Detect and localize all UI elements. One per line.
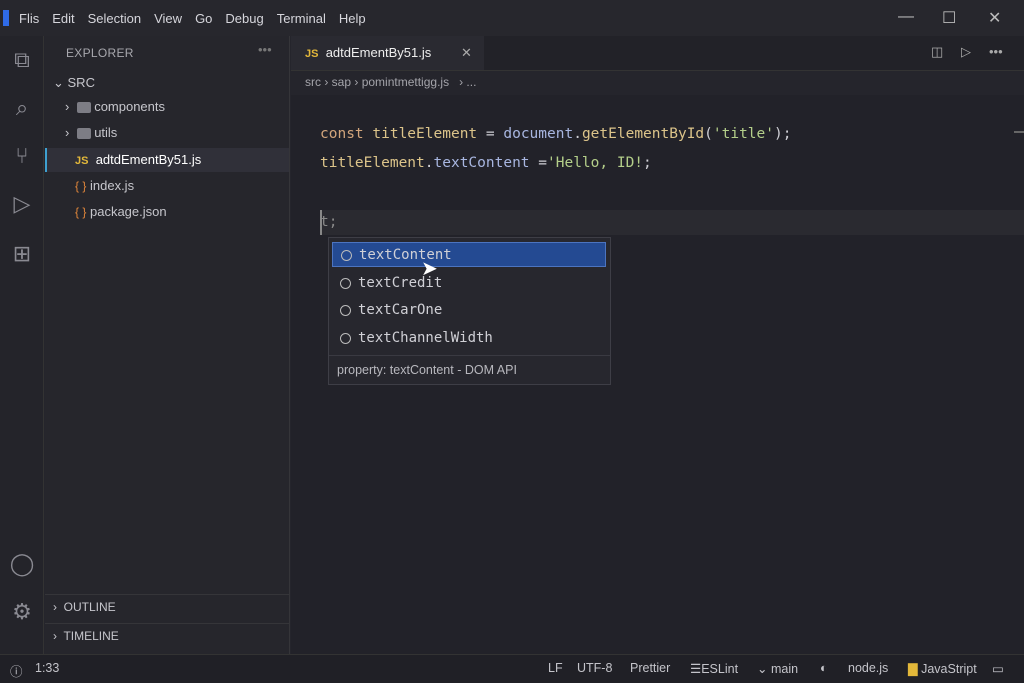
breadcrumb-sap[interactable]: sap <box>332 75 351 89</box>
braces-icon: { } <box>75 179 86 193</box>
feedback-icon[interactable]: ▭ <box>992 661 1004 676</box>
linter[interactable]: ☰ESLint <box>690 661 738 676</box>
explorer-title: EXPLORER <box>66 46 134 60</box>
mouse-cursor-icon: ➤ <box>421 256 438 281</box>
folder-icon <box>77 128 91 139</box>
file-index-js[interactable]: { } index.js <box>45 174 289 198</box>
branch-icon: ⌄ <box>757 662 771 676</box>
breadcrumb-more[interactable]: ... <box>466 75 476 89</box>
suggestion-detail: property: textContent - DOM API <box>329 355 610 384</box>
chevron-right-icon: › <box>65 125 77 140</box>
menu-selection[interactable]: Selection <box>88 11 141 26</box>
menu-debug[interactable]: Debug <box>225 11 263 26</box>
menu-help[interactable]: Help <box>339 11 366 26</box>
eol[interactable]: LF <box>548 661 563 675</box>
split-editor-icon[interactable]: ◫ <box>931 44 943 60</box>
activity-bar: ⧉ ⌕ ⑂ ▷ ⊞ ◯ ⚙ <box>0 36 44 654</box>
settings-gear-icon[interactable]: ⚙ <box>8 598 36 626</box>
suggestion-item[interactable]: textCarOne <box>332 298 606 323</box>
breadcrumb-src[interactable]: src <box>305 75 321 89</box>
help-icon[interactable]: ⓘ <box>10 661 23 680</box>
menu-bar: Flis Edit Selection View Go Debug Termin… <box>0 0 1024 36</box>
property-icon <box>341 250 352 261</box>
menu-go[interactable]: Go <box>195 11 212 26</box>
run-icon[interactable]: ▷ <box>961 44 971 60</box>
tab-active-file[interactable]: JS adtdEmentBy51.js✕ <box>291 36 484 70</box>
menu-file[interactable]: Flis <box>19 11 39 26</box>
timeline-section[interactable]: › TIMELINE <box>45 623 289 647</box>
chevron-right-icon: › <box>65 99 77 114</box>
branch[interactable]: ⌄ main <box>757 661 798 676</box>
suggestion-item[interactable]: textCredit <box>332 271 606 296</box>
search-icon[interactable]: ⌕ <box>8 94 36 122</box>
cursor-position[interactable]: 1:33 <box>35 661 59 675</box>
property-icon <box>340 333 351 344</box>
status-bar: ⓘ 1:33 LF UTF-8 Prettier ☰ESLint ⌄ main … <box>0 654 1024 683</box>
current-line <box>320 210 1024 235</box>
property-icon <box>340 305 351 316</box>
editor-tabs: JS adtdEmentBy51.js✕ ◫ ▷ ••• <box>291 36 1024 70</box>
close-tab-icon[interactable]: ✕ <box>461 36 472 70</box>
language[interactable]: ▇ JavaStript <box>908 661 977 676</box>
chevron-right-icon: › <box>53 629 63 643</box>
braces-icon: { } <box>75 205 86 219</box>
suggestion-item[interactable]: textChannelWidth <box>332 326 606 351</box>
formatter[interactable]: Prettier <box>630 661 670 675</box>
list-icon: ☰ <box>690 662 701 676</box>
run-debug-icon[interactable]: ▷ <box>8 190 36 218</box>
folder-src[interactable]: ⌄ SRC <box>45 71 289 95</box>
folder-components[interactable]: › components <box>45 95 289 119</box>
js-language-icon: ▇ <box>908 662 918 676</box>
minimap-marker <box>1014 131 1024 133</box>
autocomplete-popup: textContent textCredit textCarOne textCh… <box>328 237 611 385</box>
suggestion-item[interactable]: textContent <box>332 242 606 267</box>
chevron-down-icon: ⌄ <box>53 75 68 90</box>
app-logo <box>3 10 9 26</box>
more-actions-icon[interactable]: ••• <box>258 42 272 57</box>
folder-utils[interactable]: › utils <box>45 121 289 145</box>
code-line-4: t; <box>320 214 337 230</box>
encoding[interactable]: UTF-8 <box>577 661 612 675</box>
files-icon[interactable]: ⧉ <box>8 46 36 74</box>
close-window-button[interactable]: ✕ <box>988 8 1001 28</box>
folder-icon <box>77 102 91 113</box>
menu-terminal[interactable]: Terminal <box>277 11 326 26</box>
menu-edit[interactable]: Edit <box>52 11 74 26</box>
breadcrumb: src › sap › pomintmettigg.js › ... <box>291 70 1024 94</box>
code-line-2: titleElement.textContent ='Hello, ID!; <box>320 155 652 171</box>
menu-view[interactable]: View <box>154 11 182 26</box>
js-file-icon: JS <box>75 155 88 167</box>
extensions-icon[interactable]: ⊞ <box>8 240 36 268</box>
account-icon[interactable]: ◯ <box>8 550 36 578</box>
runtime[interactable]: node.js <box>848 661 888 675</box>
file-package-json[interactable]: { } package.json <box>45 200 289 224</box>
minimize-button[interactable]: — <box>898 8 914 26</box>
code-line-1: const titleElement = document.getElement… <box>320 126 791 142</box>
more-actions-icon[interactable]: ••• <box>989 44 1003 59</box>
chevron-right-icon: › <box>53 600 64 614</box>
sync-icon[interactable]: ◐ <box>820 661 828 675</box>
outline-section[interactable]: › OUTLINE <box>45 594 289 618</box>
source-control-icon[interactable]: ⑂ <box>8 142 36 170</box>
explorer-sidebar: EXPLORER ••• ⌄ SRC › components › utils … <box>45 36 290 654</box>
property-icon <box>340 278 351 289</box>
file-active-js[interactable]: JS adtdEmentBy51.js <box>45 148 289 172</box>
js-file-icon: JS <box>305 48 318 60</box>
maximize-button[interactable]: ☐ <box>942 8 956 28</box>
breadcrumb-file[interactable]: pomintmettigg.js <box>362 75 449 89</box>
